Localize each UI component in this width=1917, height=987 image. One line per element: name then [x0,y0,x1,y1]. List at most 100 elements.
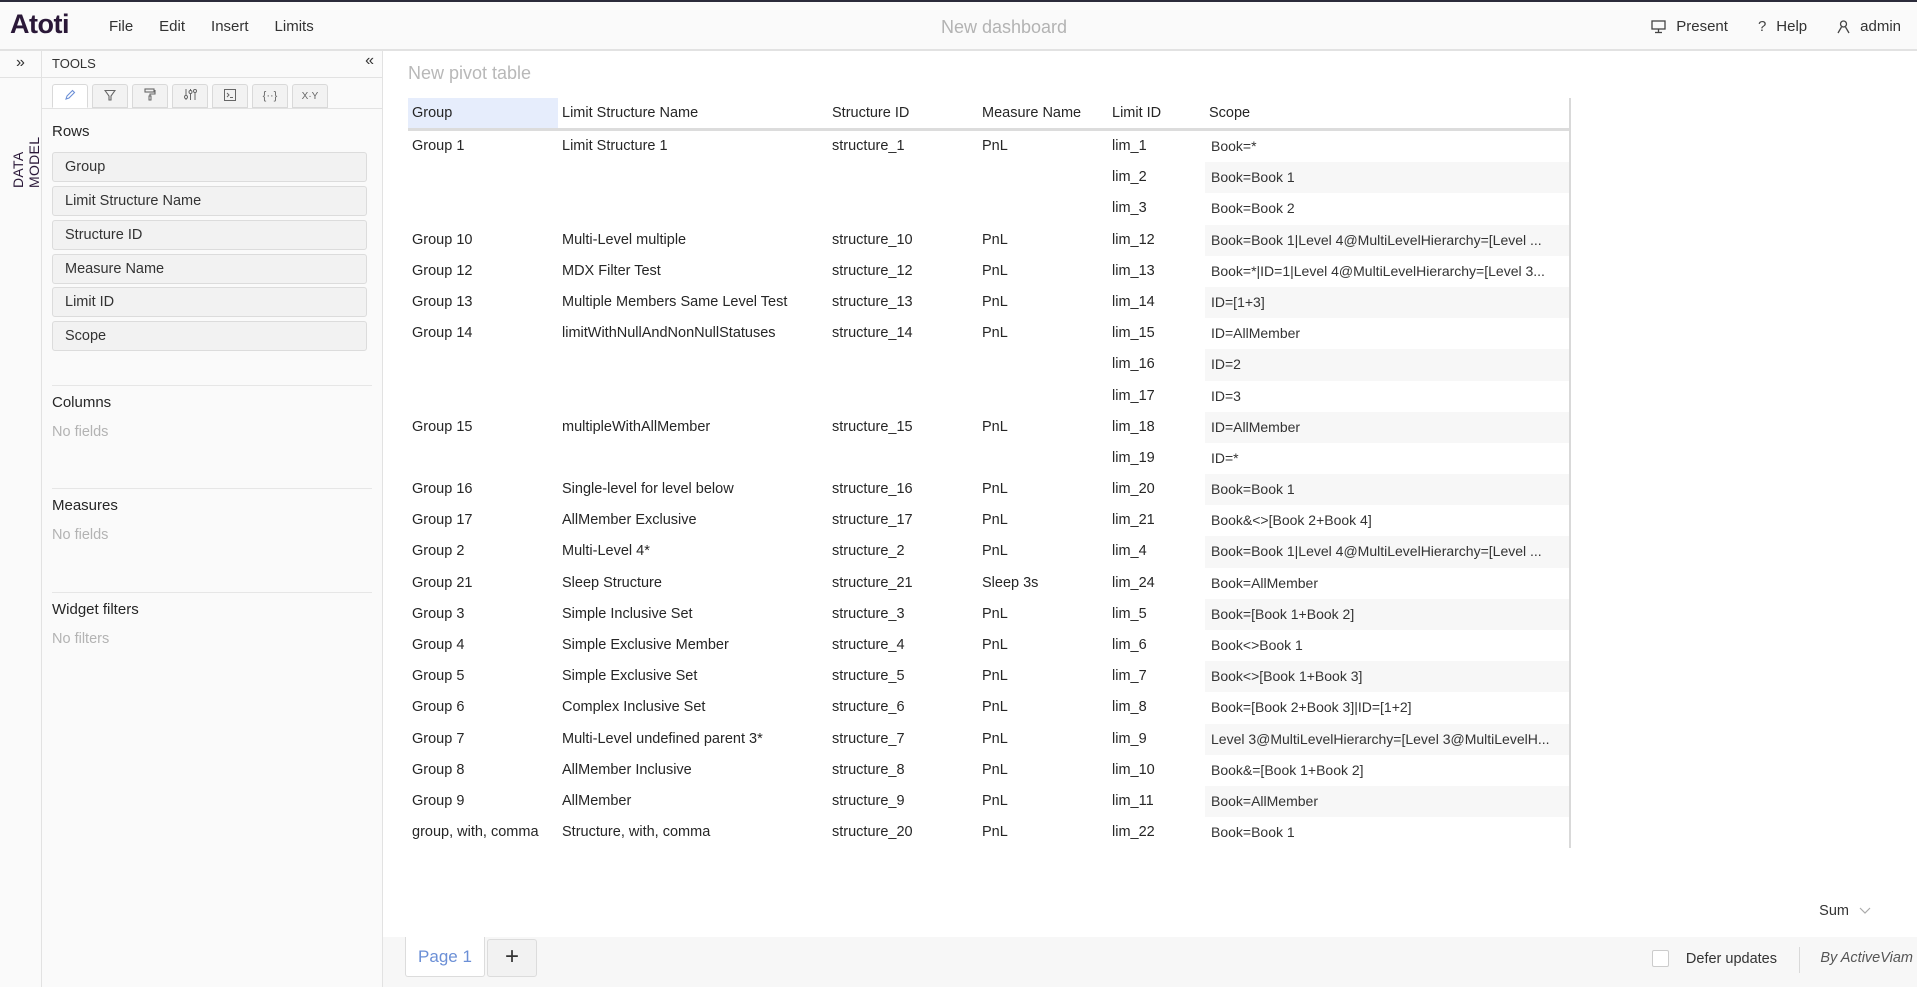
cell-structure-id[interactable]: structure_7 [828,724,978,755]
cell-limit-structure-name[interactable]: Structure, with, comma [558,817,828,848]
cell-limit-id[interactable]: lim_24 [1108,568,1205,599]
rows-field-limit-structure-name[interactable]: Limit Structure Name [52,186,367,216]
cell-limit-id[interactable]: lim_10 [1108,755,1205,786]
cell-structure-id[interactable]: structure_1 [828,131,978,162]
cell-limit-structure-name[interactable]: Multi-Level 4* [558,536,828,567]
cell-measure-name[interactable]: PnL [978,692,1108,723]
cell-limit-structure-name[interactable]: AllMember Exclusive [558,505,828,536]
cell-measure-name[interactable] [978,193,1108,224]
rows-field-group[interactable]: Group [52,152,367,182]
cell-structure-id[interactable] [828,443,978,474]
cell-limit-structure-name[interactable]: Limit Structure 1 [558,131,828,162]
tab-settings[interactable] [172,84,208,108]
cell-scope[interactable]: Book=AllMember [1205,568,1569,599]
cell-limit-id[interactable]: lim_9 [1108,724,1205,755]
cell-group[interactable]: Group 1 [408,131,558,162]
header-scope[interactable]: Scope [1205,98,1569,128]
pivot-table-title[interactable]: New pivot table [408,63,531,84]
cell-group[interactable] [408,193,558,224]
cell-measure-name[interactable]: Sleep 3s [978,568,1108,599]
cell-measure-name[interactable]: PnL [978,287,1108,318]
cell-scope[interactable]: Book&=[Book 1+Book 2] [1205,755,1569,786]
cell-limit-id[interactable]: lim_1 [1108,131,1205,162]
cell-scope[interactable]: ID=AllMember [1205,318,1569,349]
cell-structure-id[interactable]: structure_15 [828,412,978,443]
cell-group[interactable]: Group 12 [408,256,558,287]
header-measure-name[interactable]: Measure Name [978,98,1108,128]
cell-group[interactable]: Group 9 [408,786,558,817]
cell-scope[interactable]: Book=*|ID=1|Level 4@MultiLevelHierarchy=… [1205,256,1569,287]
cell-limit-id[interactable]: lim_21 [1108,505,1205,536]
cell-scope[interactable]: Book=AllMember [1205,785,1569,818]
cell-scope[interactable]: Book=* [1205,131,1569,162]
cell-limit-structure-name[interactable]: MDX Filter Test [558,256,828,287]
cell-scope[interactable]: Book=[Book 1+Book 2] [1205,598,1569,630]
cell-group[interactable]: Group 4 [408,630,558,661]
cell-scope[interactable]: ID=* [1205,443,1569,474]
cell-limit-id[interactable]: lim_16 [1108,349,1205,380]
cell-structure-id[interactable] [828,381,978,412]
cell-scope[interactable]: Book=[Book 2+Book 3]|ID=[1+2] [1205,692,1569,723]
cell-group[interactable]: Group 14 [408,318,558,349]
double-chevron-right-icon[interactable]: » [0,51,41,78]
tab-style[interactable] [132,84,168,108]
help-button[interactable]: ? Help [1758,18,1807,35]
cell-limit-structure-name[interactable] [558,381,828,412]
cell-measure-name[interactable]: PnL [978,474,1108,505]
cell-limit-id[interactable]: lim_12 [1108,225,1205,256]
cell-measure-name[interactable]: PnL [978,724,1108,755]
cell-group[interactable]: Group 17 [408,505,558,536]
cell-limit-structure-name[interactable] [558,349,828,380]
cell-limit-id[interactable]: lim_14 [1108,287,1205,318]
header-structure-id[interactable]: Structure ID [828,98,978,128]
cell-limit-structure-name[interactable]: Multiple Members Same Level Test [558,287,828,318]
cell-structure-id[interactable]: structure_8 [828,755,978,786]
cell-limit-id[interactable]: lim_15 [1108,318,1205,349]
cell-scope[interactable]: Book<>[Book 1+Book 3] [1205,661,1569,693]
cell-limit-structure-name[interactable]: Complex Inclusive Set [558,692,828,723]
cell-scope[interactable]: Book&<>[Book 2+Book 4] [1205,505,1569,536]
cell-group[interactable]: Group 5 [408,661,558,692]
add-page-button[interactable]: + [487,939,537,977]
cell-limit-structure-name[interactable]: Single-level for level below [558,474,828,505]
cell-limit-structure-name[interactable] [558,162,828,193]
cell-group[interactable]: Group 16 [408,474,558,505]
cell-scope[interactable]: Book=Book 1 [1205,817,1569,848]
cell-group[interactable]: Group 15 [408,412,558,443]
cell-measure-name[interactable]: PnL [978,505,1108,536]
double-chevron-left-icon[interactable]: « [365,52,374,70]
cell-structure-id[interactable]: structure_2 [828,536,978,567]
cell-limit-structure-name[interactable] [558,443,828,474]
cell-structure-id[interactable]: structure_14 [828,318,978,349]
cell-measure-name[interactable]: PnL [978,412,1108,443]
cell-limit-id[interactable]: lim_22 [1108,817,1205,848]
cell-limit-structure-name[interactable]: Simple Exclusive Member [558,630,828,661]
cell-limit-structure-name[interactable]: AllMember [558,786,828,817]
cell-limit-id[interactable]: lim_5 [1108,599,1205,630]
cell-group[interactable]: Group 13 [408,287,558,318]
tab-pencil[interactable] [52,84,88,108]
cell-limit-structure-name[interactable]: limitWithNullAndNonNullStatuses [558,318,828,349]
tab-filter[interactable] [92,84,128,108]
cell-measure-name[interactable]: PnL [978,786,1108,817]
cell-measure-name[interactable]: PnL [978,536,1108,567]
cell-structure-id[interactable]: structure_5 [828,661,978,692]
cell-group[interactable] [408,443,558,474]
cell-limit-structure-name[interactable]: Simple Exclusive Set [558,661,828,692]
present-button[interactable]: Present [1651,18,1728,35]
cell-measure-name[interactable]: PnL [978,755,1108,786]
cell-group[interactable] [408,381,558,412]
cell-measure-name[interactable]: PnL [978,599,1108,630]
cell-group[interactable]: Group 3 [408,599,558,630]
cell-scope[interactable]: Book=Book 2 [1205,193,1569,224]
cell-limit-id[interactable]: lim_7 [1108,661,1205,692]
cell-scope[interactable]: Level 3@MultiLevelHierarchy=[Level 3@Mul… [1205,723,1569,755]
cell-measure-name[interactable]: PnL [978,661,1108,692]
cell-structure-id[interactable]: structure_21 [828,568,978,599]
cell-structure-id[interactable] [828,162,978,193]
cell-structure-id[interactable]: structure_20 [828,817,978,848]
cell-scope[interactable]: Book=Book 1|Level 4@MultiLevelHierarchy=… [1205,536,1569,568]
header-limit-structure-name[interactable]: Limit Structure Name [558,98,828,128]
cell-scope[interactable]: ID=AllMember [1205,411,1569,443]
cell-limit-id[interactable]: lim_20 [1108,474,1205,505]
